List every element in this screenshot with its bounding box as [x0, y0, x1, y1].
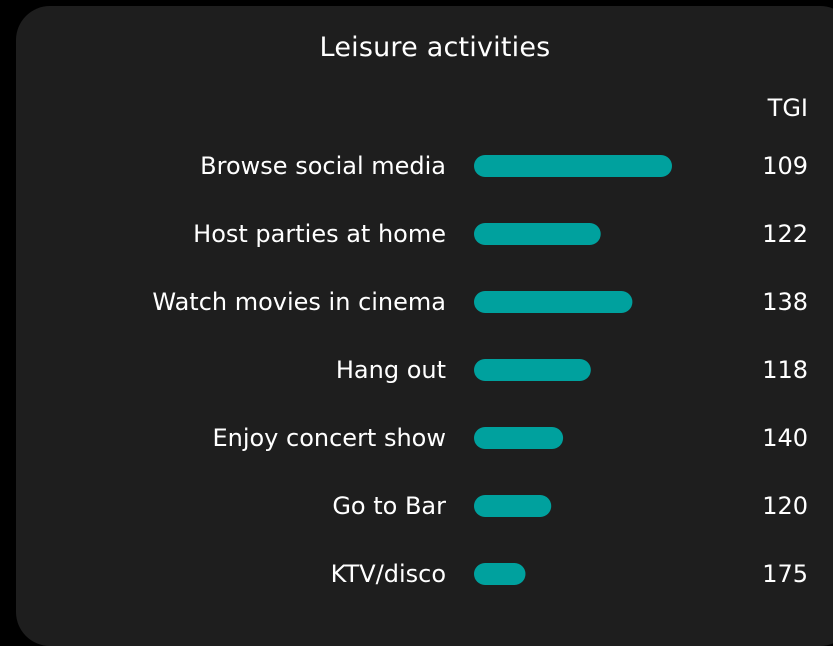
- tgi-column-header: TGI: [767, 94, 808, 122]
- category-label-browse-social-media: Browse social media: [200, 152, 446, 180]
- category-label-host-parties-at-home: Host parties at home: [193, 220, 446, 248]
- tgi-value-enjoy-concert-show: 140: [762, 424, 808, 452]
- category-label-ktv-disco: KTV/disco: [331, 560, 446, 588]
- bar-hang-out: [474, 359, 591, 381]
- tgi-value-go-to-bar: 120: [762, 492, 808, 520]
- tgi-value-browse-social-media: 109: [762, 152, 808, 180]
- category-label-watch-movies-in-cinema: Watch movies in cinema: [152, 288, 446, 316]
- bar-ktv-disco: [474, 563, 526, 585]
- bar-chart: TGI Browse social media 109 Host parties a…: [152, 94, 808, 588]
- chart-rows: Browse social media 109 Host parties at ho…: [152, 152, 808, 588]
- bar-watch-movies-in-cinema: [474, 291, 633, 313]
- category-label-go-to-bar: Go to Bar: [332, 492, 446, 520]
- category-label-hang-out: Hang out: [336, 356, 446, 384]
- tgi-value-watch-movies-in-cinema: 138: [762, 288, 808, 316]
- bar-browse-social-media: [474, 155, 672, 177]
- bar-host-parties-at-home: [474, 223, 601, 245]
- bar-enjoy-concert-show: [474, 427, 564, 449]
- tgi-value-hang-out: 118: [762, 356, 808, 384]
- tgi-value-host-parties-at-home: 122: [762, 220, 808, 248]
- tgi-value-ktv-disco: 175: [762, 560, 808, 588]
- category-label-enjoy-concert-show: Enjoy concert show: [212, 424, 446, 452]
- bar-go-to-bar: [474, 495, 552, 517]
